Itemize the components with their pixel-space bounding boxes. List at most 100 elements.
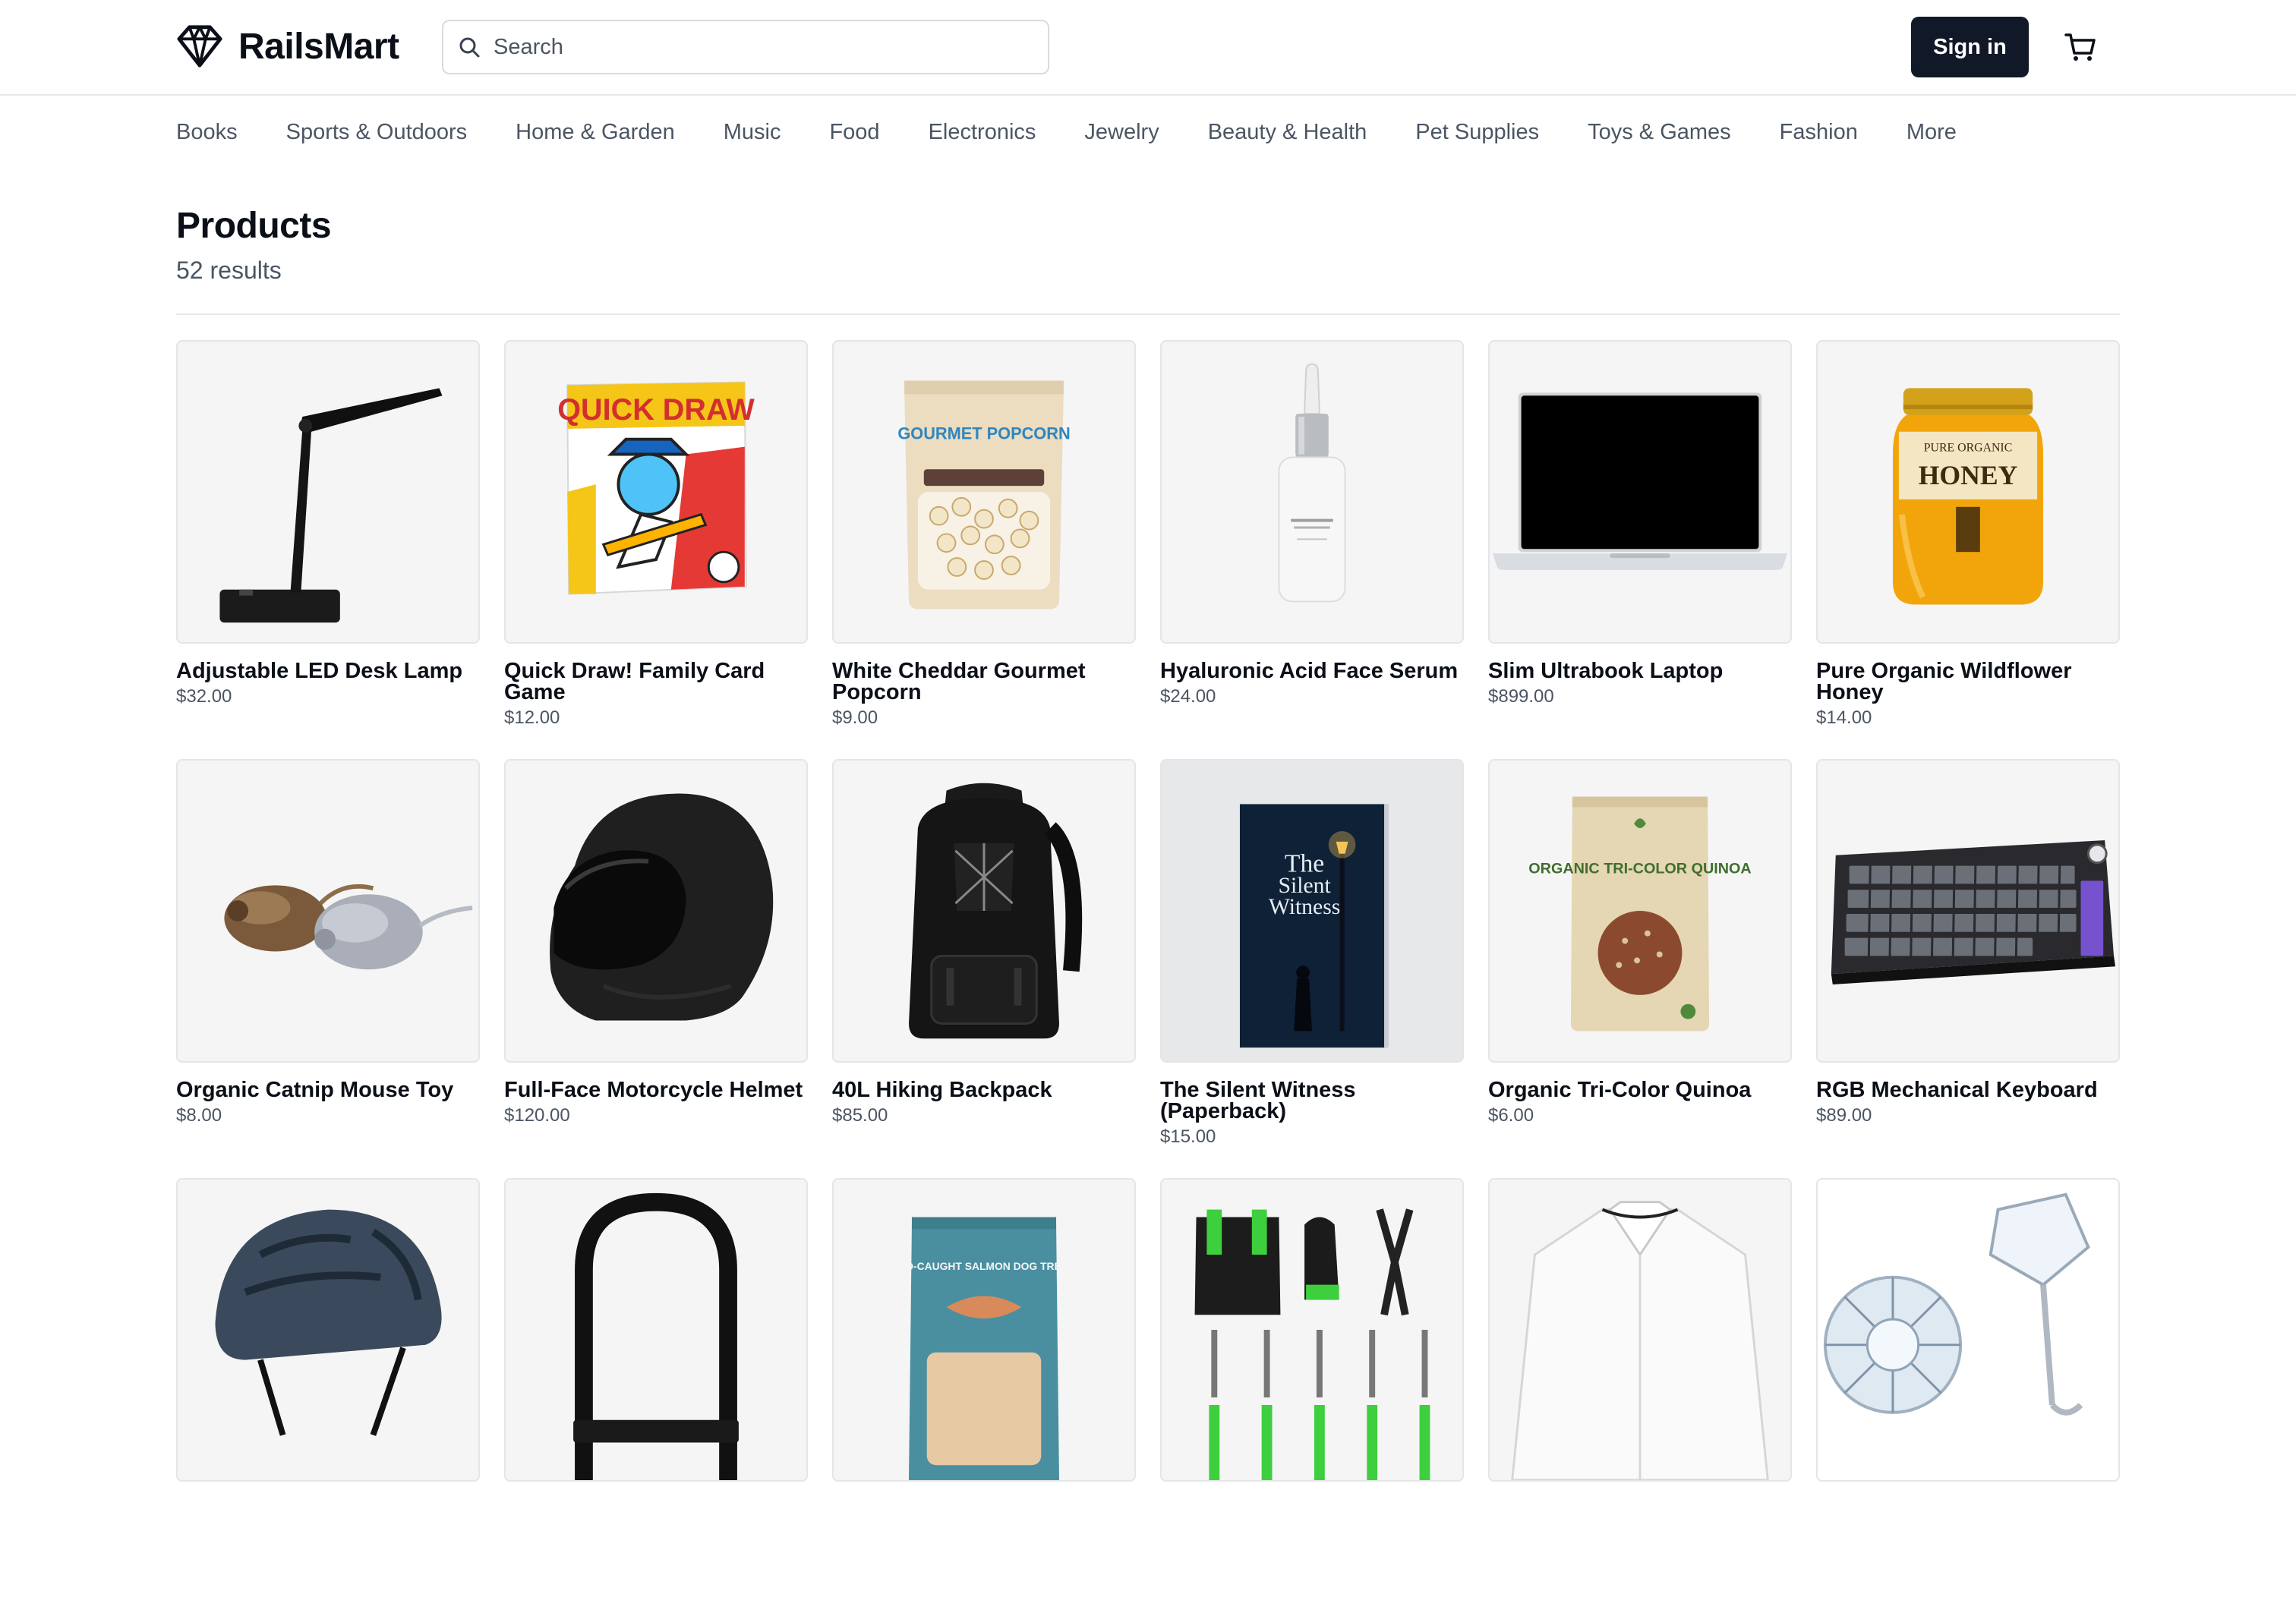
- product-card[interactable]: [504, 1178, 808, 1597]
- product-name[interactable]: Adjustable LED Desk Lamp: [176, 660, 480, 682]
- product-price: $89.00: [1816, 1105, 1872, 1126]
- card-game-box-icon: QUICK DRAW: [557, 381, 755, 595]
- product-name[interactable]: Organic Tri-Color Quinoa: [1488, 1079, 1792, 1101]
- product-card[interactable]: Full-Face Motorcycle Helmet $120.00: [504, 759, 808, 1178]
- svg-text:Witness: Witness: [1269, 895, 1340, 919]
- product-card[interactable]: [176, 1178, 480, 1597]
- product-price: $32.00: [176, 686, 232, 707]
- product-price: $8.00: [176, 1105, 222, 1126]
- popcorn-bag-icon: GOURMET POPCORN: [897, 380, 1071, 610]
- product-image[interactable]: [1488, 1178, 1792, 1482]
- product-card[interactable]: Hyaluronic Acid Face Serum $24.00: [1160, 340, 1464, 759]
- product-image[interactable]: [832, 759, 1136, 1063]
- keyboard-icon: [1831, 839, 2116, 985]
- product-image[interactable]: ORGANIC TRI-COLOR QUINOA: [1488, 759, 1792, 1063]
- product-image[interactable]: [1488, 340, 1792, 644]
- product-image[interactable]: The Silent Witness: [1160, 759, 1464, 1063]
- product-name[interactable]: Quick Draw! Family Card Game: [504, 660, 808, 704]
- box-title-text: QUICK DRAW: [557, 393, 755, 427]
- product-name[interactable]: Organic Catnip Mouse Toy: [176, 1079, 480, 1101]
- product-card[interactable]: Adjustable LED Desk Lamp $32.00: [176, 340, 480, 759]
- product-image[interactable]: GOURMET POPCORN: [832, 340, 1136, 644]
- product-card[interactable]: RGB Mechanical Keyboard $89.00: [1816, 759, 2120, 1178]
- category-link-toys-games[interactable]: Toys & Games: [1588, 120, 1731, 145]
- product-price: $12.00: [504, 707, 560, 728]
- dog-treats-bag-icon: WILD-CAUGHT SALMON DOG TREATS: [887, 1217, 1081, 1480]
- product-image[interactable]: [176, 340, 480, 644]
- product-image[interactable]: [504, 1178, 808, 1482]
- search-box[interactable]: [442, 20, 1049, 74]
- page-title: Products: [176, 206, 332, 246]
- product-name[interactable]: Hyaluronic Acid Face Serum: [1160, 660, 1464, 682]
- product-name[interactable]: Pure Organic Wildflower Honey: [1816, 660, 2120, 704]
- product-card[interactable]: WILD-CAUGHT SALMON DOG TREATS: [832, 1178, 1136, 1597]
- search-input[interactable]: [494, 34, 1048, 60]
- product-price: $120.00: [504, 1105, 570, 1126]
- product-image[interactable]: [1816, 1178, 2120, 1482]
- category-nav: Books Sports & Outdoors Home & Garden Mu…: [176, 120, 2005, 145]
- product-card[interactable]: Slim Ultrabook Laptop $899.00: [1488, 340, 1792, 759]
- product-name[interactable]: White Cheddar Gourmet Popcorn: [832, 660, 1136, 704]
- results-count: 52 results: [176, 257, 282, 284]
- svg-text:PURE ORGANIC: PURE ORGANIC: [1924, 442, 2013, 455]
- category-link-home-garden[interactable]: Home & Garden: [516, 120, 675, 145]
- category-link-fashion[interactable]: Fashion: [1780, 120, 1858, 145]
- product-image[interactable]: [1160, 1178, 1464, 1482]
- product-image[interactable]: [504, 759, 808, 1063]
- product-card[interactable]: PURE ORGANIC HONEY Pure Organic Wildflow…: [1816, 340, 2120, 759]
- product-image[interactable]: [1816, 759, 2120, 1063]
- backpack-icon: [909, 783, 1083, 1039]
- product-image[interactable]: [176, 1178, 480, 1482]
- product-card[interactable]: Organic Catnip Mouse Toy $8.00: [176, 759, 480, 1178]
- u-lock-icon: [573, 1192, 739, 1480]
- product-price: $6.00: [1488, 1105, 1534, 1126]
- serum-bottle-icon: [1278, 363, 1346, 603]
- product-card[interactable]: The Silent Witness The Silent Witness (P…: [1160, 759, 1464, 1178]
- category-link-more[interactable]: More: [1906, 120, 1957, 145]
- category-link-electronics[interactable]: Electronics: [929, 120, 1036, 145]
- product-card[interactable]: [1488, 1178, 1792, 1597]
- category-link-books[interactable]: Books: [176, 120, 238, 145]
- laptop-icon: [1492, 392, 1788, 570]
- desk-lamp-icon: [219, 388, 443, 623]
- product-card[interactable]: QUICK DRAW Quick Draw! Family Card Game …: [504, 340, 808, 759]
- product-image[interactable]: QUICK DRAW: [504, 340, 808, 644]
- garden-tools-icon: [1194, 1208, 1430, 1480]
- product-card[interactable]: ORGANIC TRI-COLOR QUINOA Organic Tri-Col…: [1488, 759, 1792, 1178]
- mouse-toy-icon: [224, 884, 473, 970]
- product-card[interactable]: 40L Hiking Backpack $85.00: [832, 759, 1136, 1178]
- diamond-logo-icon: [177, 25, 222, 68]
- dress-shirt-icon: [1511, 1201, 1769, 1480]
- bike-helmet-icon: [215, 1209, 442, 1436]
- product-card[interactable]: [1816, 1178, 2120, 1597]
- product-name[interactable]: 40L Hiking Backpack: [832, 1079, 1136, 1101]
- honey-jar-icon: PURE ORGANIC HONEY: [1893, 388, 2043, 605]
- diamond-earrings-icon: [1823, 1192, 2090, 1416]
- product-price: $85.00: [832, 1105, 888, 1126]
- product-name[interactable]: Full-Face Motorcycle Helmet: [504, 1079, 808, 1101]
- sign-in-button[interactable]: Sign in: [1911, 17, 2029, 77]
- product-price: $899.00: [1488, 686, 1554, 707]
- product-card[interactable]: GOURMET POPCORN White Cheddar Gourmet Po…: [832, 340, 1136, 759]
- product-image[interactable]: [1160, 340, 1464, 644]
- product-card[interactable]: [1160, 1178, 1464, 1597]
- category-link-sports-outdoors[interactable]: Sports & Outdoors: [286, 120, 468, 145]
- category-link-jewelry[interactable]: Jewelry: [1084, 120, 1159, 145]
- product-image[interactable]: [176, 759, 480, 1063]
- product-price: $14.00: [1816, 707, 1872, 728]
- brand-logo[interactable]: RailsMart: [176, 23, 399, 70]
- category-link-music[interactable]: Music: [724, 120, 781, 145]
- quinoa-bag-icon: ORGANIC TRI-COLOR QUINOA: [1528, 796, 1752, 1032]
- category-link-beauty-health[interactable]: Beauty & Health: [1208, 120, 1367, 145]
- category-link-food[interactable]: Food: [829, 120, 879, 145]
- bag-label-text: ORGANIC TRI-COLOR QUINOA: [1528, 861, 1751, 877]
- cart-icon[interactable]: [2064, 30, 2097, 64]
- product-name[interactable]: Slim Ultrabook Laptop: [1488, 660, 1792, 682]
- category-link-pet-supplies[interactable]: Pet Supplies: [1415, 120, 1539, 145]
- product-name[interactable]: RGB Mechanical Keyboard: [1816, 1079, 2120, 1101]
- site-header: RailsMart Sign in: [0, 0, 2296, 96]
- product-price: $15.00: [1160, 1126, 1216, 1147]
- product-image[interactable]: WILD-CAUGHT SALMON DOG TREATS: [832, 1178, 1136, 1482]
- product-image[interactable]: PURE ORGANIC HONEY: [1816, 340, 2120, 644]
- product-name[interactable]: The Silent Witness (Paperback): [1160, 1079, 1464, 1123]
